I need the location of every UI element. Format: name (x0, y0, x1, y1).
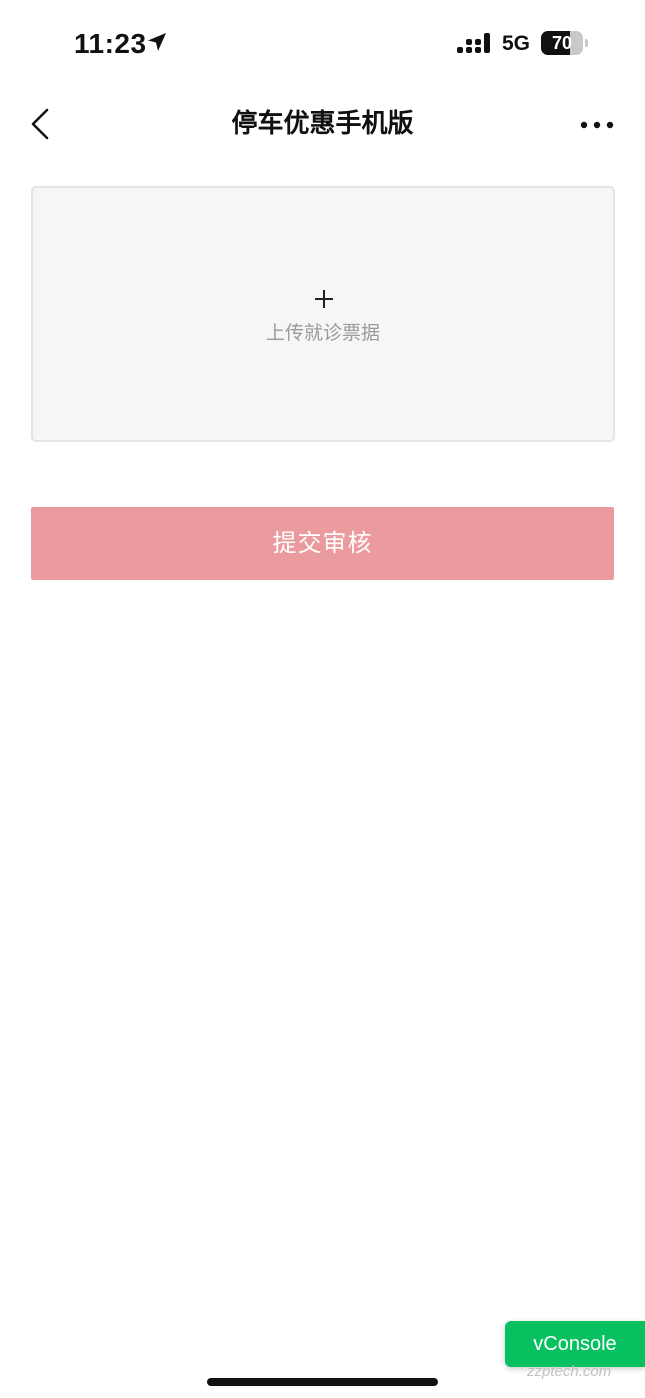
back-button[interactable] (20, 102, 64, 146)
chevron-left-icon (31, 108, 49, 140)
submit-review-button[interactable]: 提交审核 (31, 507, 614, 580)
upload-receipt-area[interactable]: 上传就诊票据 (31, 186, 615, 442)
location-arrow-icon (146, 31, 168, 53)
more-dots-icon (580, 121, 614, 129)
battery-icon: 70 (541, 31, 589, 57)
watermark: zzptech.com (527, 1363, 612, 1380)
upload-label: 上传就诊票据 (265, 322, 380, 344)
signal-icon (456, 32, 492, 56)
vconsole-button[interactable]: vConsole (505, 1321, 645, 1367)
page-title: 停车优惠手机版 (231, 109, 414, 139)
more-button[interactable] (572, 102, 622, 146)
navigation-bar: 停车优惠手机版 (0, 88, 645, 160)
home-indicator (207, 1378, 438, 1386)
battery-level: 70 (551, 33, 573, 53)
status-bar: 11:23 5G 70 (0, 0, 645, 88)
status-time: 11:23 (74, 28, 147, 59)
plus-icon (313, 288, 335, 310)
network-label: 5G (502, 32, 531, 55)
